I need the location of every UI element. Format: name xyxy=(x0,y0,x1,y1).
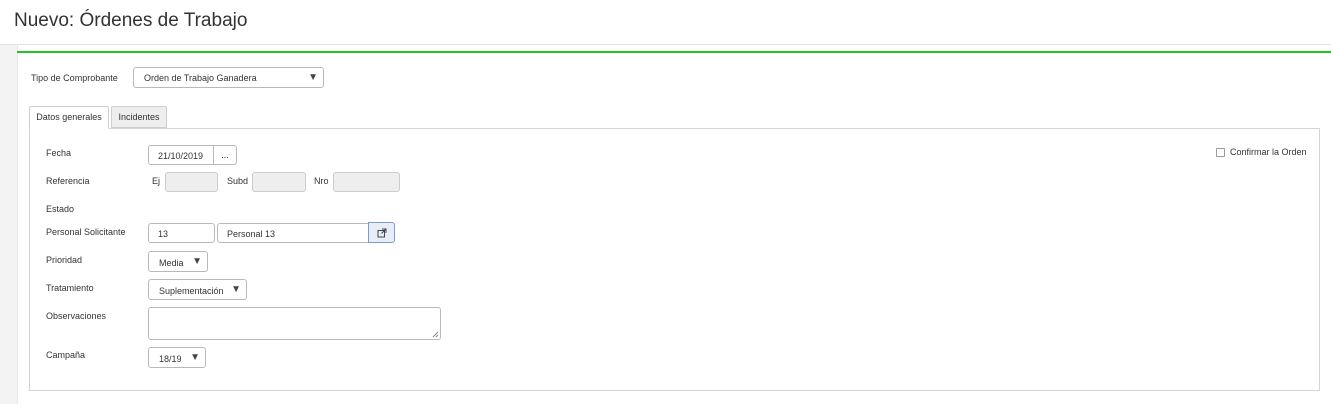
campana-value: 18/19 xyxy=(159,354,182,364)
subd-input[interactable] xyxy=(252,172,306,192)
referencia-label: Referencia xyxy=(46,176,90,186)
confirmar-checkbox[interactable] xyxy=(1216,148,1225,157)
comprobante-label: Tipo de Comprobante xyxy=(31,73,118,83)
campana-label: Campaña xyxy=(46,350,86,360)
fecha-input[interactable]: 21/10/2019 xyxy=(148,145,214,165)
personal-label: Personal Solicitante xyxy=(46,227,126,237)
prioridad-select[interactable]: Media ▼ xyxy=(148,251,208,272)
picker-dots: ... xyxy=(221,150,229,160)
confirmar-label[interactable]: Confirmar la Orden xyxy=(1230,147,1307,157)
subd-label: Subd xyxy=(227,176,249,186)
chevron-down-icon: ▼ xyxy=(190,352,200,363)
nro-input[interactable] xyxy=(333,172,400,192)
personal-code-input[interactable]: 13 xyxy=(148,223,215,243)
tab-label: Datos generales xyxy=(36,112,102,122)
tab-label: Incidentes xyxy=(118,112,160,122)
prioridad-value: Media xyxy=(159,258,184,268)
left-gutter xyxy=(0,45,18,404)
page-title: Nuevo: Órdenes de Trabajo xyxy=(14,10,248,31)
estado-label: Estado xyxy=(46,204,75,214)
personal-name-input[interactable]: Personal 13 xyxy=(217,223,369,243)
chevron-down-icon: ▼ xyxy=(192,256,202,267)
chevron-down-icon: ▼ xyxy=(231,284,241,295)
resize-handle-icon[interactable] xyxy=(432,331,439,338)
personal-code-value: 13 xyxy=(158,229,169,239)
ej-label: Ej xyxy=(152,176,161,186)
fecha-label: Fecha xyxy=(46,148,72,158)
nro-label: Nro xyxy=(314,176,329,186)
personal-open-button[interactable] xyxy=(368,222,395,243)
campana-select[interactable]: 18/19 ▼ xyxy=(148,347,206,368)
comprobante-select[interactable]: Orden de Trabajo Ganadera ▼ xyxy=(133,67,324,88)
personal-name-value: Personal 13 xyxy=(227,229,276,239)
fecha-picker-button[interactable]: ... xyxy=(213,145,237,165)
tab-datos-generales[interactable]: Datos generales xyxy=(29,106,109,129)
ej-input[interactable] xyxy=(165,172,218,192)
page-header: Nuevo: Órdenes de Trabajo xyxy=(0,0,1331,45)
prioridad-label: Prioridad xyxy=(46,255,83,265)
accent-line xyxy=(17,51,1331,53)
form-panel xyxy=(29,128,1320,391)
fecha-value: 21/10/2019 xyxy=(158,151,204,161)
observaciones-textarea[interactable] xyxy=(148,307,441,340)
tratamiento-select[interactable]: Suplementación ▼ xyxy=(148,279,247,300)
tratamiento-value: Suplementación xyxy=(159,286,224,296)
comprobante-select-value: Orden de Trabajo Ganadera xyxy=(144,73,257,83)
tratamiento-label: Tratamiento xyxy=(46,283,94,293)
chevron-down-icon: ▼ xyxy=(308,72,318,83)
external-link-icon xyxy=(377,228,386,238)
tab-incidentes[interactable]: Incidentes xyxy=(111,106,167,128)
observaciones-label: Observaciones xyxy=(46,311,107,321)
